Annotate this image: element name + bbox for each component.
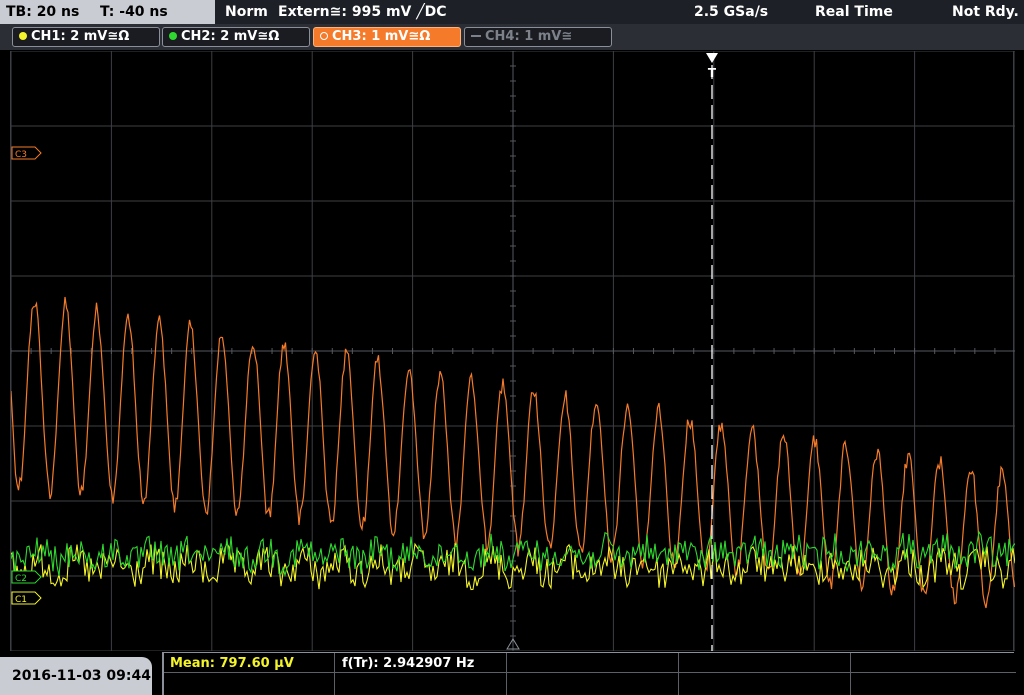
channel-4-off-icon bbox=[471, 35, 481, 37]
sample-rate: 2.5 GSa/s bbox=[694, 4, 769, 20]
channel-4-button[interactable]: CH4: 1 mV≅ bbox=[464, 27, 612, 47]
channel-1-button[interactable]: CH1: 2 mV≅Ω bbox=[12, 27, 160, 47]
frequency-measurement[interactable]: f(Tr): 2.942907 Hz bbox=[342, 656, 474, 671]
trigger-source[interactable]: Extern≅: 995 mV ╱DC bbox=[278, 0, 447, 24]
channel-4-label: CH4: 1 mV≅ bbox=[485, 29, 573, 44]
measurement-divider bbox=[678, 653, 679, 695]
status-bar: TB: 20 ns T: -40 ns Norm Extern≅: 995 mV… bbox=[0, 0, 1024, 24]
timebase-value: TB: 20 ns bbox=[6, 4, 80, 20]
measurement-divider bbox=[506, 653, 507, 695]
channel-1-label: CH1: 2 mV≅Ω bbox=[31, 29, 130, 44]
measurement-divider bbox=[334, 653, 335, 695]
trigger-marker-label: T bbox=[708, 66, 717, 80]
waveform-display[interactable]: T C3 C2 C1 bbox=[10, 51, 1015, 651]
channel-3-dot-icon bbox=[320, 32, 328, 40]
trigger-mode[interactable]: Norm bbox=[225, 0, 268, 24]
acquisition-mode[interactable]: Real Time bbox=[815, 0, 893, 24]
channel-3-button[interactable]: CH3: 1 mV≅Ω bbox=[313, 27, 461, 47]
channel-1-offset-marker[interactable]: C1 bbox=[11, 591, 42, 605]
timestamp: 2016-11-03 09:44 bbox=[0, 657, 152, 695]
channel-2-offset-label: C2 bbox=[15, 574, 27, 584]
acquisition-status: Not Rdy. bbox=[952, 4, 1019, 20]
channel-1-dot-icon bbox=[19, 32, 27, 40]
measurement-divider bbox=[164, 672, 1016, 673]
channel-2-offset-marker[interactable]: C2 bbox=[11, 570, 42, 584]
waveform-canvas: T C3 C2 C1 bbox=[11, 51, 1015, 651]
channel-3-offset-label: C3 bbox=[15, 150, 27, 160]
channel-1-offset-label: C1 bbox=[15, 595, 27, 605]
measurement-bar: Mean: 797.60 µV f(Tr): 2.942907 Hz bbox=[162, 652, 1016, 695]
channel-bar: CH1: 2 mV≅Ω CH2: 2 mV≅Ω CH3: 1 mV≅Ω CH4:… bbox=[0, 24, 1024, 50]
measurement-divider bbox=[850, 653, 851, 695]
channel-2-dot-icon bbox=[169, 32, 177, 40]
channel-3-offset-marker[interactable]: C3 bbox=[11, 146, 42, 160]
mean-measurement[interactable]: Mean: 797.60 µV bbox=[170, 656, 294, 671]
trigger-time-value: T: -40 ns bbox=[100, 4, 168, 20]
timebase-panel[interactable]: TB: 20 ns T: -40 ns bbox=[0, 0, 215, 24]
channel-2-label: CH2: 2 mV≅Ω bbox=[181, 29, 280, 44]
trigger-arrow-icon[interactable] bbox=[706, 53, 718, 63]
channel-3-label: CH3: 1 mV≅Ω bbox=[332, 29, 431, 44]
channel-2-button[interactable]: CH2: 2 mV≅Ω bbox=[162, 27, 310, 47]
